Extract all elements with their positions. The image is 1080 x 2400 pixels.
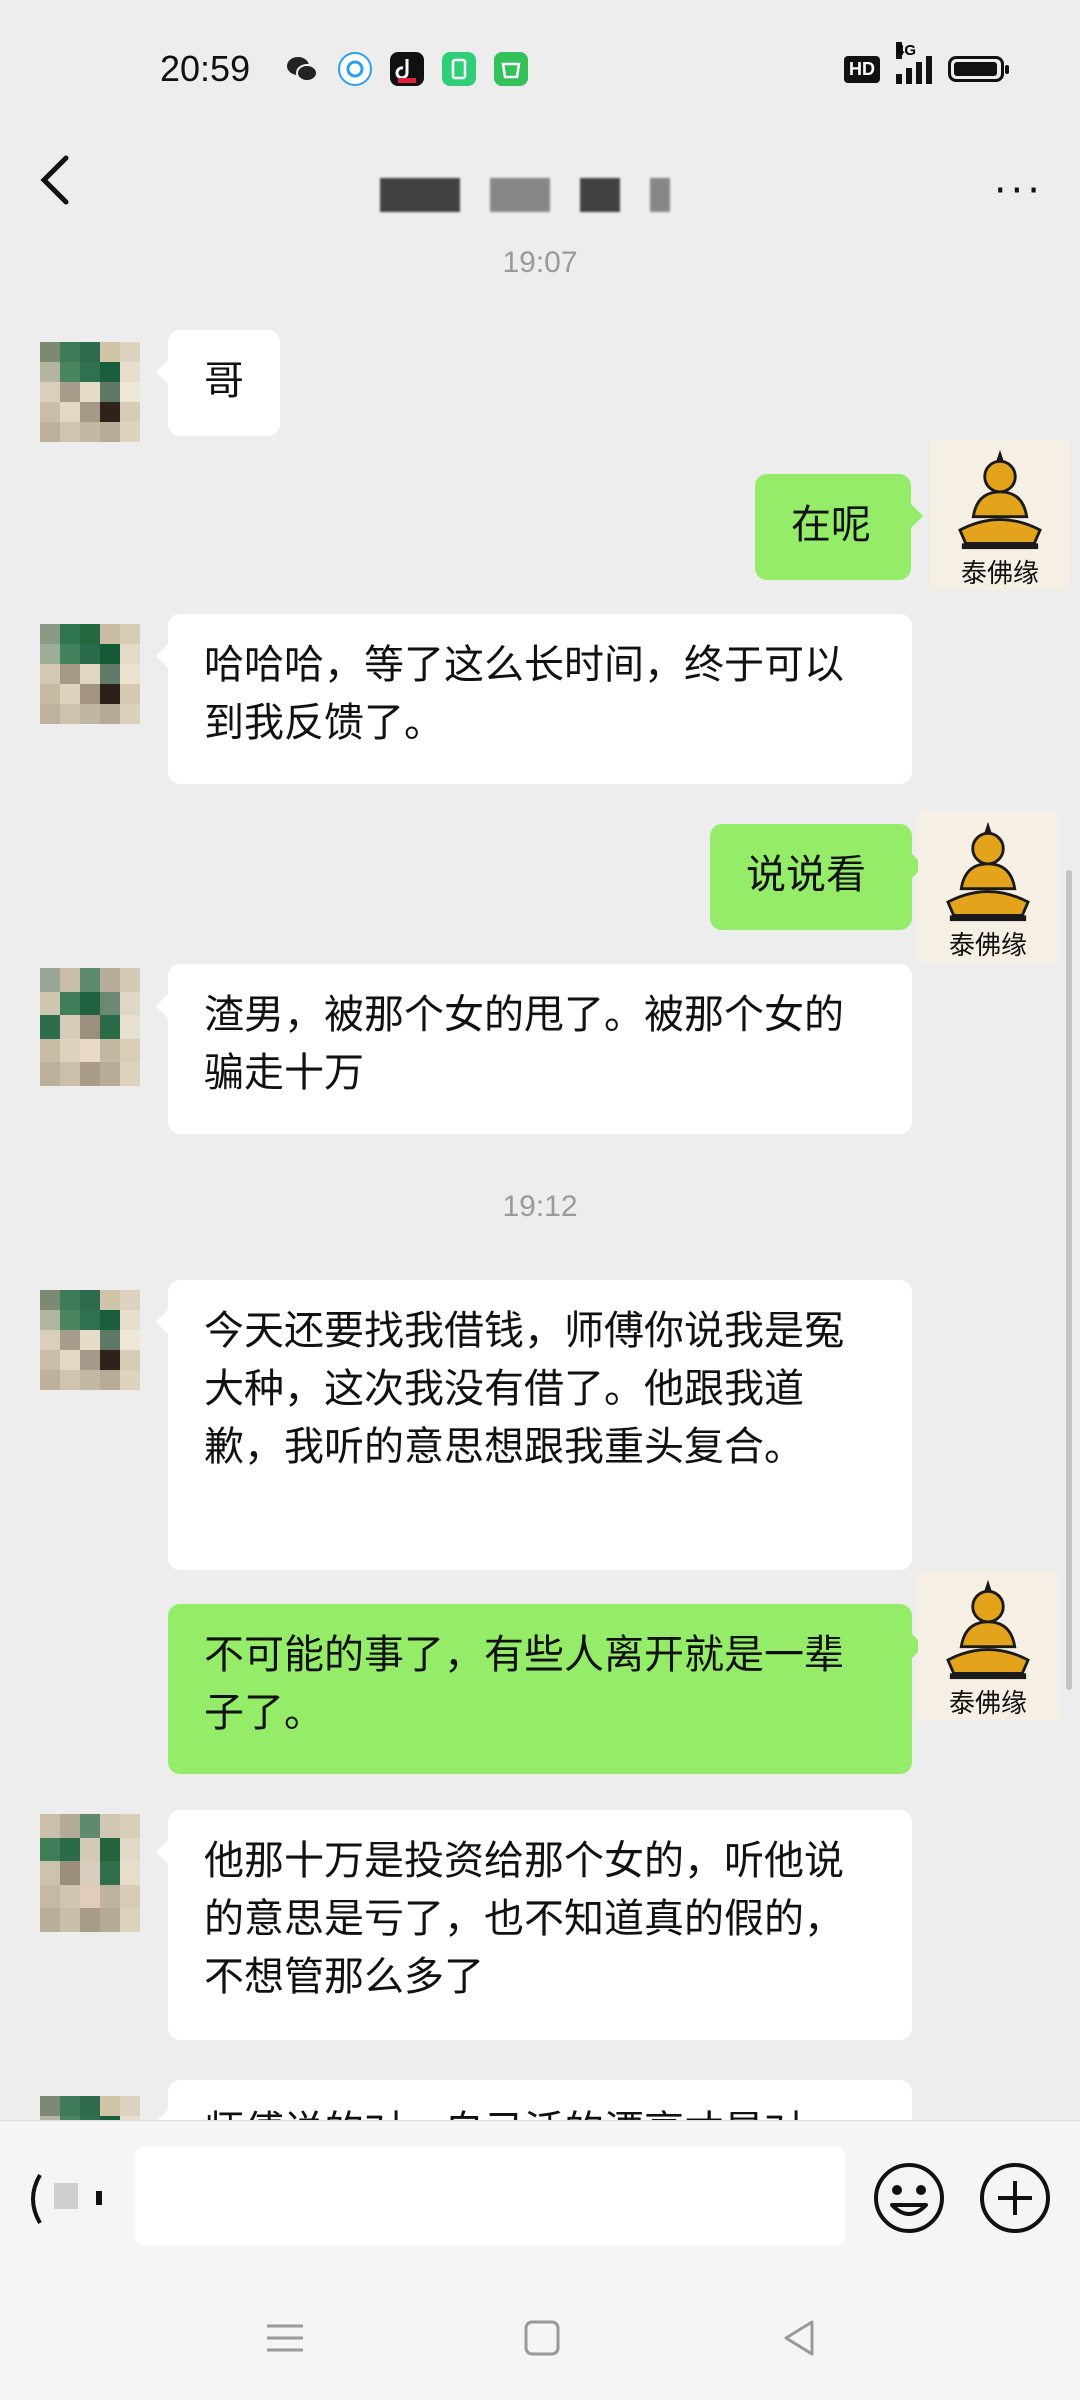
timestamp: 19:07	[502, 246, 578, 279]
message-bubble-in[interactable]: 渣男，被那个女的甩了。被那个女的骗走十万	[156, 964, 912, 1134]
emoji-icon[interactable]	[872, 2161, 946, 2235]
my-avatar-caption: 泰佛缘	[948, 1689, 1027, 1719]
contact-avatar[interactable]	[40, 2096, 140, 2120]
message-bubble-in[interactable]: 师傅说的对，自己活的漂亮才是对	[156, 2080, 912, 2120]
buddha-icon	[946, 1579, 1030, 1680]
shopping-app-icon	[494, 52, 528, 86]
message-input[interactable]	[135, 2146, 845, 2246]
contact-avatar[interactable]	[40, 968, 140, 1086]
plus-icon[interactable]	[978, 2161, 1052, 2235]
back-triangle-icon[interactable]	[770, 2308, 830, 2368]
chat-scrollbar[interactable]	[1066, 870, 1072, 1690]
message-bubble-in[interactable]: 今天还要找我借钱，师傅你说我是冤大种，这次我没有借了。他跟我道歉，我听的意思想跟…	[156, 1280, 912, 1570]
chat-header: ···	[0, 130, 1080, 240]
battery-fill	[954, 62, 997, 76]
wechat-icon	[285, 52, 319, 86]
contact-avatar[interactable]	[40, 624, 140, 724]
more-icon[interactable]: ···	[994, 168, 1044, 214]
message-bubble-out[interactable]: 不可能的事了，有些人离开就是一辈子了。	[168, 1604, 924, 1774]
input-bar	[0, 2120, 1080, 2271]
status-bar: 20:59 HD 4G	[0, 0, 1080, 130]
my-avatar-caption: 泰佛缘	[960, 559, 1039, 589]
my-avatar-caption: 泰佛缘	[948, 931, 1027, 961]
message-bubble-in[interactable]: 哥	[156, 330, 280, 436]
signal-icon: 4G	[896, 42, 932, 84]
menu-icon[interactable]	[255, 2308, 315, 2368]
my-avatar[interactable]: 泰佛缘	[918, 1570, 1058, 1720]
battery-app-icon	[442, 52, 476, 86]
contact-avatar[interactable]	[40, 1814, 140, 1932]
message-bubble-out[interactable]: 在呢	[755, 474, 923, 580]
battery-icon	[948, 56, 1009, 82]
status-right-group: HD 4G	[844, 42, 1009, 84]
message-bubble-in[interactable]: 哈哈哈，等了这么长时间，终于可以到我反馈了。	[156, 614, 912, 784]
chevron-left-icon[interactable]	[30, 150, 90, 210]
message-bubble-out[interactable]: 说说看	[710, 824, 924, 930]
chat-title	[380, 170, 740, 220]
buddha-icon	[946, 821, 1030, 922]
contact-avatar[interactable]	[40, 1290, 140, 1390]
home-icon[interactable]	[512, 2308, 572, 2368]
my-avatar[interactable]: 泰佛缘	[930, 440, 1070, 590]
qq-browser-icon	[338, 52, 372, 86]
system-nav-bar	[0, 2270, 1080, 2400]
contact-avatar[interactable]	[40, 342, 140, 442]
status-time: 20:59	[160, 48, 251, 89]
voice-icon[interactable]	[28, 2169, 112, 2229]
hd-badge: HD	[844, 55, 880, 83]
buddha-icon	[958, 449, 1042, 550]
network-label: 4G	[896, 42, 917, 59]
my-avatar[interactable]: 泰佛缘	[918, 812, 1058, 962]
message-bubble-in[interactable]: 他那十万是投资给那个女的，听他说的意思是亏了，也不知道真的假的，不想管那么多了	[156, 1810, 912, 2040]
chat-area[interactable]: 19:07 哥 在呢 泰佛缘 哈哈哈，等了这么长时间，终于可以到我反馈了。 说说…	[0, 240, 1080, 2120]
timestamp: 19:12	[502, 1190, 578, 1223]
douyin-icon	[390, 52, 424, 86]
